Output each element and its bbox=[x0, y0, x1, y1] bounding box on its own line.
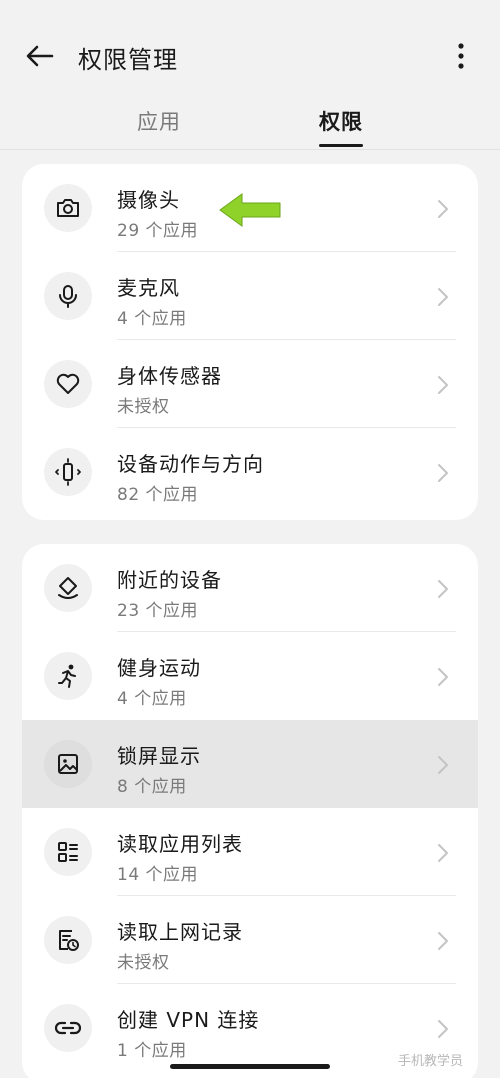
permission-group-2: 附近的设备 23 个应用 健身运动 4 个应用 锁屏显示 8 个应用 读取应用列… bbox=[22, 544, 478, 1078]
permission-subtitle: 29 个应用 bbox=[117, 221, 199, 241]
permission-title: 读取上网记录 bbox=[117, 920, 243, 944]
watermark-text: 手机教学员 bbox=[398, 1054, 464, 1069]
chevron-right-icon bbox=[438, 756, 448, 774]
chevron-right-icon bbox=[438, 288, 448, 306]
tab-active-indicator bbox=[319, 144, 363, 147]
chevron-right-icon bbox=[438, 844, 448, 862]
chevron-right-icon bbox=[438, 376, 448, 394]
permission-subtitle: 4 个应用 bbox=[117, 309, 187, 329]
permission-row-body-sensors[interactable]: 身体传感器 未授权 bbox=[22, 340, 478, 428]
permission-row-nearby-devices[interactable]: 附近的设备 23 个应用 bbox=[22, 544, 478, 632]
more-vertical-icon bbox=[457, 43, 465, 73]
browsing-history-icon bbox=[44, 916, 92, 964]
back-button[interactable] bbox=[20, 38, 60, 78]
running-icon bbox=[44, 652, 92, 700]
permission-subtitle: 未授权 bbox=[117, 953, 170, 973]
permission-subtitle: 4 个应用 bbox=[117, 689, 187, 709]
chevron-right-icon bbox=[438, 464, 448, 482]
link-icon bbox=[44, 1004, 92, 1052]
permission-row-fitness[interactable]: 健身运动 4 个应用 bbox=[22, 632, 478, 720]
permission-subtitle: 未授权 bbox=[117, 397, 170, 417]
permission-subtitle: 23 个应用 bbox=[117, 601, 199, 621]
header-divider bbox=[0, 149, 500, 150]
home-indicator[interactable] bbox=[170, 1064, 330, 1069]
permission-title: 身体传感器 bbox=[117, 364, 222, 388]
top-app-bar: 权限管理 bbox=[0, 0, 500, 112]
device-motion-icon bbox=[44, 448, 92, 496]
arrow-left-icon bbox=[26, 45, 54, 71]
permission-row-lock-screen[interactable]: 锁屏显示 8 个应用 bbox=[22, 720, 478, 808]
chevron-right-icon bbox=[438, 200, 448, 218]
page-title: 权限管理 bbox=[78, 46, 178, 74]
permission-title: 读取应用列表 bbox=[117, 832, 243, 856]
chevron-right-icon bbox=[438, 932, 448, 950]
tab-apps[interactable]: 应用 bbox=[137, 106, 181, 136]
permission-row-microphone[interactable]: 麦克风 4 个应用 bbox=[22, 252, 478, 340]
permission-title: 麦克风 bbox=[117, 276, 180, 300]
watermark: 手机教学员 bbox=[398, 1050, 463, 1069]
permission-row-read-app-list[interactable]: 读取应用列表 14 个应用 bbox=[22, 808, 478, 896]
permission-title: 设备动作与方向 bbox=[117, 452, 264, 476]
permission-title: 健身运动 bbox=[117, 656, 201, 680]
tab-bar: 应用 权限 bbox=[0, 100, 500, 148]
more-options-button[interactable] bbox=[446, 38, 476, 78]
green-arrow-icon bbox=[219, 193, 281, 227]
chevron-right-icon bbox=[438, 1020, 448, 1038]
permission-title: 摄像头 bbox=[117, 188, 180, 212]
tab-permissions[interactable]: 权限 bbox=[319, 106, 363, 136]
chevron-right-icon bbox=[438, 668, 448, 686]
permission-subtitle: 14 个应用 bbox=[117, 865, 199, 885]
permission-subtitle: 8 个应用 bbox=[117, 777, 187, 797]
permission-subtitle: 82 个应用 bbox=[117, 485, 199, 505]
chevron-right-icon bbox=[438, 580, 448, 598]
app-list-icon bbox=[44, 828, 92, 876]
permission-title: 创建 VPN 连接 bbox=[117, 1008, 260, 1032]
permission-subtitle: 1 个应用 bbox=[117, 1041, 187, 1061]
permission-title: 附近的设备 bbox=[117, 568, 222, 592]
microphone-icon bbox=[44, 272, 92, 320]
permission-title: 锁屏显示 bbox=[117, 744, 201, 768]
heart-icon bbox=[44, 360, 92, 408]
nearby-devices-icon bbox=[44, 564, 92, 612]
image-icon bbox=[44, 740, 92, 788]
permission-row-browsing-history[interactable]: 读取上网记录 未授权 bbox=[22, 896, 478, 984]
permission-row-device-motion[interactable]: 设备动作与方向 82 个应用 bbox=[22, 428, 478, 516]
camera-icon bbox=[44, 184, 92, 232]
